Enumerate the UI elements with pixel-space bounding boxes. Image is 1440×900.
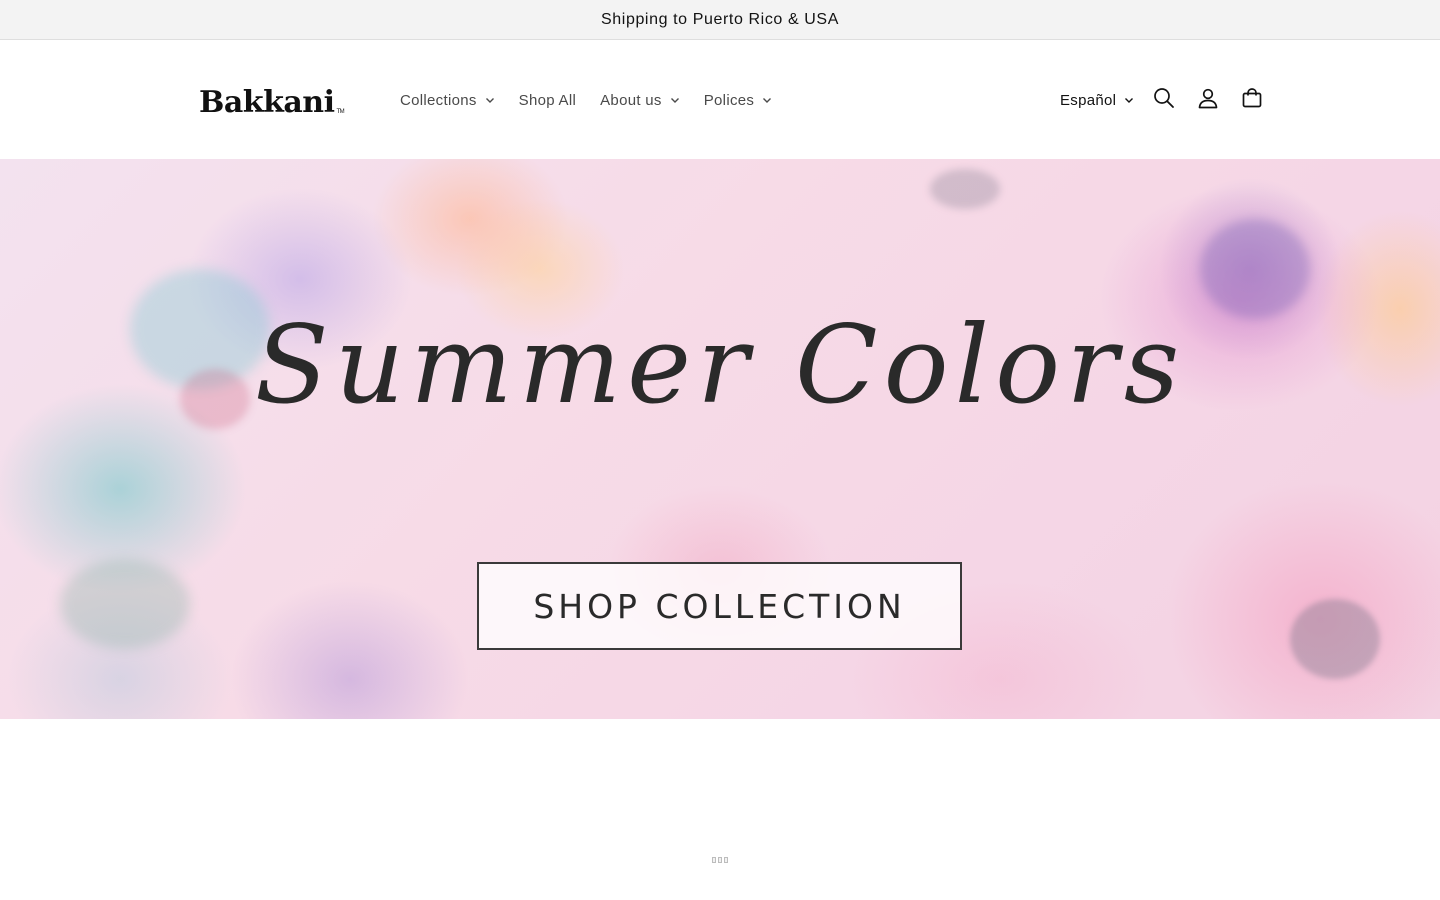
loading-dot [724, 857, 728, 863]
loading-dot [718, 857, 722, 863]
watercolor-flower-decoration [930, 169, 1000, 209]
logo-text: Bakkani [199, 85, 335, 120]
chevron-down-icon [670, 95, 680, 105]
announcement-bar: Shipping to Puerto Rico & USA [0, 0, 1440, 40]
hero-title: Summer Colors [254, 303, 1186, 428]
nav-item-shop-all[interactable]: Shop All [507, 80, 588, 120]
site-header: Bakkani TM Collections Shop All About us … [0, 40, 1440, 159]
hero-banner: Summer Colors SHOP COLLECTION [0, 159, 1440, 719]
chevron-down-icon [762, 95, 772, 105]
loading-indicator [712, 857, 728, 863]
search-icon [1153, 87, 1175, 114]
nav-item-about-us[interactable]: About us [588, 80, 692, 120]
brand-logo[interactable]: Bakkani TM [199, 78, 345, 120]
loading-dot [712, 857, 716, 863]
shop-collection-button[interactable]: SHOP COLLECTION [477, 562, 962, 650]
announcement-text: Shipping to Puerto Rico & USA [601, 10, 839, 28]
watercolor-flower-decoration [1290, 599, 1380, 679]
logo-trademark: TM [336, 109, 345, 115]
chevron-down-icon [1124, 95, 1134, 105]
nav-item-label: About us [600, 91, 662, 109]
account-button[interactable] [1186, 80, 1230, 120]
account-icon [1197, 87, 1219, 114]
nav-item-collections[interactable]: Collections [388, 80, 507, 120]
cart-icon [1241, 87, 1263, 114]
language-label: Español [1060, 91, 1117, 109]
watercolor-leaf-decoration [60, 559, 190, 649]
main-nav: Collections Shop All About us Polices [388, 80, 784, 120]
search-button[interactable] [1142, 80, 1186, 120]
nav-item-label: Collections [400, 91, 477, 109]
language-selector[interactable]: Español [1052, 80, 1142, 120]
cart-button[interactable] [1230, 80, 1274, 120]
nav-item-label: Shop All [518, 91, 577, 109]
nav-item-label: Polices [703, 91, 755, 109]
chevron-down-icon [485, 95, 495, 105]
nav-item-polices[interactable]: Polices [692, 80, 784, 120]
